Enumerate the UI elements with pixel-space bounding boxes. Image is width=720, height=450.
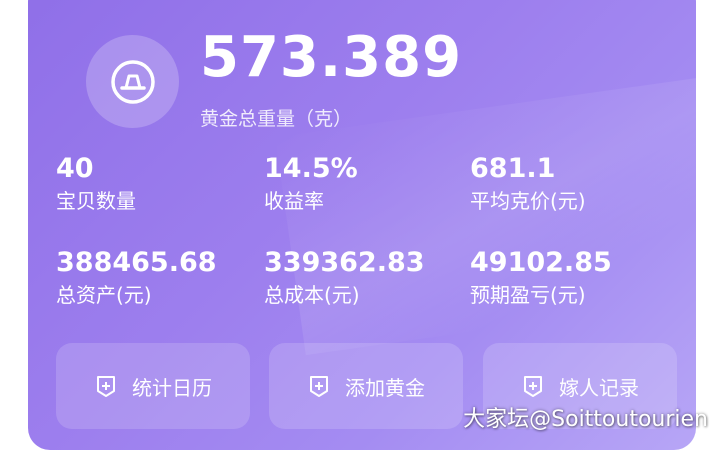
stat-value: 49102.85	[470, 247, 612, 279]
button-label: 统计日历	[132, 372, 212, 401]
stat-label: 收益率	[264, 187, 358, 215]
stat-value: 681.1	[470, 153, 586, 185]
stat-item-count: 40 宝贝数量	[56, 153, 136, 215]
stat-value: 339362.83	[264, 247, 425, 279]
total-weight-value: 573.389	[200, 26, 462, 90]
plus-square-icon	[94, 374, 118, 398]
stat-label: 总成本(元)	[264, 281, 425, 309]
stat-label: 平均克价(元)	[470, 187, 586, 215]
plus-square-icon	[521, 374, 545, 398]
stat-label: 宝贝数量	[56, 187, 136, 215]
stats-calendar-button[interactable]: 统计日历	[56, 343, 250, 429]
gold-summary-card: 573.389 黄金总重量（克） 40 宝贝数量 14.5% 收益率 681.1…	[28, 0, 696, 450]
stat-yield-rate: 14.5% 收益率	[264, 153, 358, 215]
stat-label: 预期盈亏(元)	[470, 281, 612, 309]
stat-total-assets: 388465.68 总资产(元)	[56, 247, 217, 309]
gold-bar-icon-graphic	[110, 59, 156, 105]
button-label: 添加黄金	[345, 372, 425, 401]
stat-value: 40	[56, 153, 136, 185]
stat-label: 总资产(元)	[56, 281, 217, 309]
stat-total-cost: 339362.83 总成本(元)	[264, 247, 425, 309]
stat-value: 14.5%	[264, 153, 358, 185]
total-weight-label: 黄金总重量（克）	[200, 104, 352, 131]
stat-value: 388465.68	[56, 247, 217, 279]
button-label: 嫁人记录	[559, 372, 639, 401]
plus-square-icon	[307, 374, 331, 398]
gold-bar-icon	[86, 35, 179, 128]
stat-avg-gram-price: 681.1 平均克价(元)	[470, 153, 586, 215]
stat-expected-profit: 49102.85 预期盈亏(元)	[470, 247, 612, 309]
add-gold-button[interactable]: 添加黄金	[269, 343, 463, 429]
watermark: 大家坛@Soittoutourien	[463, 401, 708, 433]
